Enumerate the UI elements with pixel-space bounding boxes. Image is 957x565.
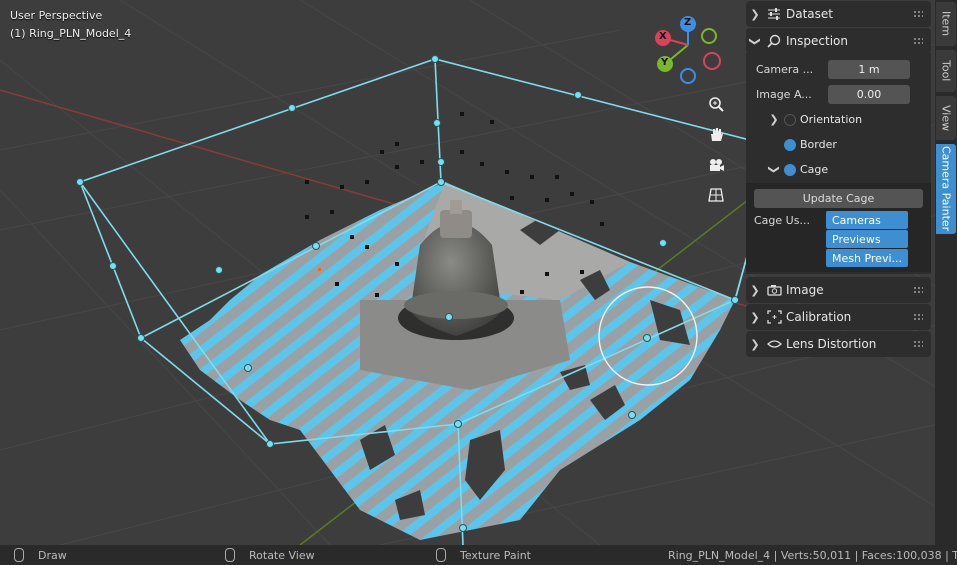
ortho-grid-icon[interactable] — [704, 183, 728, 207]
cage-option-mesh-previews[interactable]: Mesh Previ... — [826, 249, 908, 267]
panel-calibration-label: Calibration — [786, 310, 852, 324]
chevron-right-icon: ❯ — [750, 310, 760, 324]
camera-size-row: Camera ... 1 m — [746, 57, 931, 82]
image-alpha-row: Image A... 0.00 — [746, 82, 931, 107]
orientation-label: Orientation — [800, 113, 863, 126]
zoom-icon[interactable] — [704, 92, 728, 116]
camera-size-field[interactable]: 1 m — [828, 60, 910, 79]
cage-label: Cage — [800, 163, 829, 176]
status-texture-paint: Texture Paint — [436, 545, 531, 565]
chevron-right-icon: ❯ — [750, 7, 760, 21]
panel-inspection-header[interactable]: ❯ Inspection — [746, 28, 931, 54]
mouse-right-icon — [436, 548, 446, 562]
image-alpha-field[interactable]: 0.00 — [828, 85, 910, 104]
panel-image-label: Image — [786, 283, 824, 297]
mouse-middle-icon — [225, 548, 235, 562]
chevron-down-icon: ❯ — [748, 36, 762, 46]
status-scene-stats: Ring_PLN_Model_4 | Verts:50,011 | Faces:… — [668, 548, 957, 562]
sliders-icon — [764, 6, 784, 22]
status-bar: Draw Rotate View Texture Paint Ring_PLN_… — [0, 545, 957, 565]
tab-tool[interactable]: Tool — [936, 50, 956, 92]
drag-grip-icon[interactable] — [913, 313, 923, 321]
panel-dataset-label: Dataset — [786, 7, 833, 21]
panel-lens-distortion-header[interactable]: ❯ Lens Distortion — [746, 331, 931, 357]
chevron-right-icon: ❯ — [769, 113, 779, 126]
chevron-right-icon: ❯ — [750, 283, 760, 297]
orientation-subpanel[interactable]: ❯ Orientation — [746, 107, 931, 132]
drag-grip-icon[interactable] — [913, 37, 923, 45]
tab-item[interactable]: Item — [936, 2, 956, 46]
cage-toggle[interactable] — [784, 163, 796, 176]
cage-use-options: Cameras Previews Mesh Previ... — [826, 211, 908, 268]
tab-view[interactable]: View — [936, 96, 956, 140]
border-subpanel[interactable]: Border — [746, 132, 931, 157]
lens-icon — [764, 336, 784, 352]
search-icon — [764, 33, 784, 49]
gizmo-y-label[interactable]: Y — [661, 57, 668, 68]
status-draw: Draw — [14, 545, 67, 565]
active-object-label: (1) Ring_PLN_Model_4 — [10, 27, 132, 40]
cage-subpanel[interactable]: ❯ Cage — [746, 157, 931, 182]
gizmo-x-label[interactable]: X — [659, 31, 667, 42]
cage-settings: Update Cage Cage Us... Cameras Previews … — [746, 183, 931, 272]
camera-icon — [764, 282, 784, 298]
panel-image-header[interactable]: ❯ Image — [746, 277, 931, 303]
drag-grip-icon[interactable] — [913, 10, 923, 18]
border-toggle[interactable] — [784, 138, 796, 151]
status-rotate: Rotate View — [225, 545, 315, 565]
pan-hand-icon[interactable] — [704, 122, 728, 146]
chevron-right-icon: ❯ — [750, 337, 760, 351]
update-cage-button[interactable]: Update Cage — [754, 189, 923, 208]
drag-grip-icon[interactable] — [913, 286, 923, 294]
mouse-left-icon — [14, 548, 24, 562]
camera-size-label: Camera ... — [756, 63, 814, 76]
chevron-down-icon: ❯ — [767, 164, 781, 175]
panel-inspection-label: Inspection — [786, 34, 848, 48]
sidebar-tabs: Item Tool View Camera Painter — [935, 0, 957, 545]
panel-calibration-header[interactable]: ❯ Calibration — [746, 304, 931, 330]
cage-option-previews[interactable]: Previews — [826, 230, 908, 248]
calibration-frame-icon — [764, 309, 784, 325]
border-label: Border — [800, 138, 837, 151]
camera-view-icon[interactable] — [704, 153, 728, 177]
panel-inspection-body: Camera ... 1 m Image A... 0.00 ❯ Orienta… — [746, 53, 931, 274]
panel-dataset-header[interactable]: ❯ Dataset — [746, 1, 931, 27]
panel-lens-distortion-label: Lens Distortion — [786, 337, 877, 351]
orientation-toggle[interactable] — [784, 113, 796, 126]
drag-grip-icon[interactable] — [913, 340, 923, 348]
cage-option-cameras[interactable]: Cameras — [826, 211, 908, 229]
viewport-mode-label: User Perspective — [10, 9, 103, 22]
cage-use-label: Cage Us... — [754, 214, 810, 227]
tab-camera-painter[interactable]: Camera Painter — [936, 144, 956, 234]
cage-use-row: Cage Us... Cameras Previews Mesh Previ..… — [746, 211, 931, 268]
image-alpha-label: Image A... — [756, 88, 812, 101]
sidebar-panel: ❯ Dataset ❯ Inspection Camera ... 1 m Im… — [746, 0, 931, 358]
gizmo-z-label[interactable]: Z — [684, 17, 691, 28]
